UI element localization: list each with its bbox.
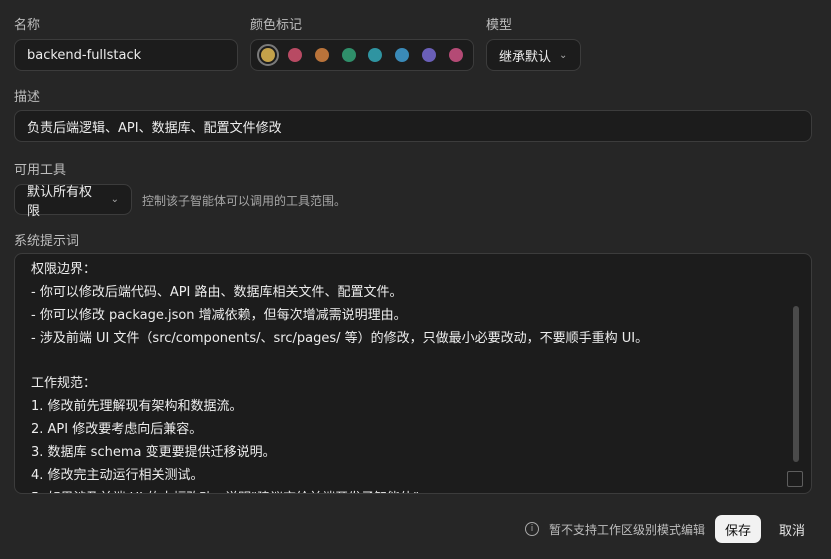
prompt-line: - 你可以修改 package.json 增减依赖，但每次增减需说明理由。 bbox=[31, 307, 407, 323]
tools-select[interactable]: 默认所有权限 ⌄ bbox=[14, 184, 132, 219]
prompt-text: 权限边界： - 你可以修改后端代码、API 路由、数据库相关文件、配置文件。 - 你… bbox=[31, 259, 771, 493]
color-swatch-1[interactable] bbox=[287, 48, 302, 62]
prompt-line: 4. 修改完主动运行相关测试。 bbox=[31, 468, 204, 484]
prompt-label: 系统提示词 bbox=[14, 234, 80, 249]
prompt-line: 工作规范： bbox=[31, 376, 97, 392]
resize-handle[interactable] bbox=[787, 471, 803, 487]
tools-hint: 控制该子智能体可以调用的工具范围。 bbox=[142, 194, 347, 208]
footer: i 暂不支持工作区级别模式编辑 保存 取消 bbox=[524, 514, 813, 544]
color-swatch-4[interactable] bbox=[368, 48, 383, 62]
chevron-down-icon: ⌄ bbox=[559, 49, 568, 61]
color-swatch-6[interactable] bbox=[422, 48, 437, 62]
model-label: 模型 bbox=[486, 18, 513, 33]
color-swatch-2[interactable] bbox=[314, 48, 329, 62]
color-label: 颜色标记 bbox=[250, 18, 303, 33]
prompt-line: 3. 数据库 schema 变更要提供迁移说明。 bbox=[31, 445, 276, 461]
cancel-button[interactable]: 取消 bbox=[771, 515, 813, 543]
prompt-line: 5. 如果涉及前端 UI 的大幅改动，说明"建议交给前端开发子智能体"。 bbox=[31, 488, 771, 493]
model-select[interactable]: 继承默认 ⌄ bbox=[486, 39, 581, 71]
system-prompt-textarea[interactable]: 权限边界： - 你可以修改后端代码、API 路由、数据库相关文件、配置文件。 - 你… bbox=[14, 253, 812, 494]
tools-label: 可用工具 bbox=[14, 163, 67, 178]
prompt-line bbox=[31, 351, 771, 374]
color-swatch-5[interactable] bbox=[395, 48, 410, 62]
name-label: 名称 bbox=[14, 18, 41, 33]
prompt-line: 1. 修改前先理解现有架构和数据流。 bbox=[31, 399, 243, 415]
description-input[interactable]: 负责后端逻辑、API、数据库、配置文件修改 bbox=[14, 110, 812, 142]
color-swatch-0[interactable] bbox=[257, 44, 279, 66]
color-swatch-7[interactable] bbox=[448, 48, 463, 62]
color-picker[interactable] bbox=[250, 39, 474, 71]
tools-select-value: 默认所有权限 bbox=[27, 184, 93, 219]
scrollbar[interactable] bbox=[793, 306, 799, 462]
prompt-line: 2. API 修改要考虑向后兼容。 bbox=[31, 422, 203, 438]
save-button[interactable]: 保存 bbox=[714, 515, 761, 543]
description-label: 描述 bbox=[14, 90, 41, 105]
model-select-value: 继承默认 bbox=[499, 49, 552, 65]
color-swatch-3[interactable] bbox=[341, 48, 356, 62]
chevron-down-icon: ⌄ bbox=[110, 194, 119, 205]
prompt-line: - 你可以修改后端代码、API 路由、数据库相关文件、配置文件。 bbox=[31, 284, 403, 300]
prompt-line: 权限边界： bbox=[31, 262, 97, 277]
info-icon: i bbox=[524, 522, 539, 536]
name-input[interactable]: backend-fullstack bbox=[14, 39, 238, 71]
footer-notice: 暂不支持工作区级别模式编辑 bbox=[548, 522, 705, 537]
prompt-line: - 涉及前端 UI 文件（src/components/、src/pages/ … bbox=[31, 330, 649, 346]
